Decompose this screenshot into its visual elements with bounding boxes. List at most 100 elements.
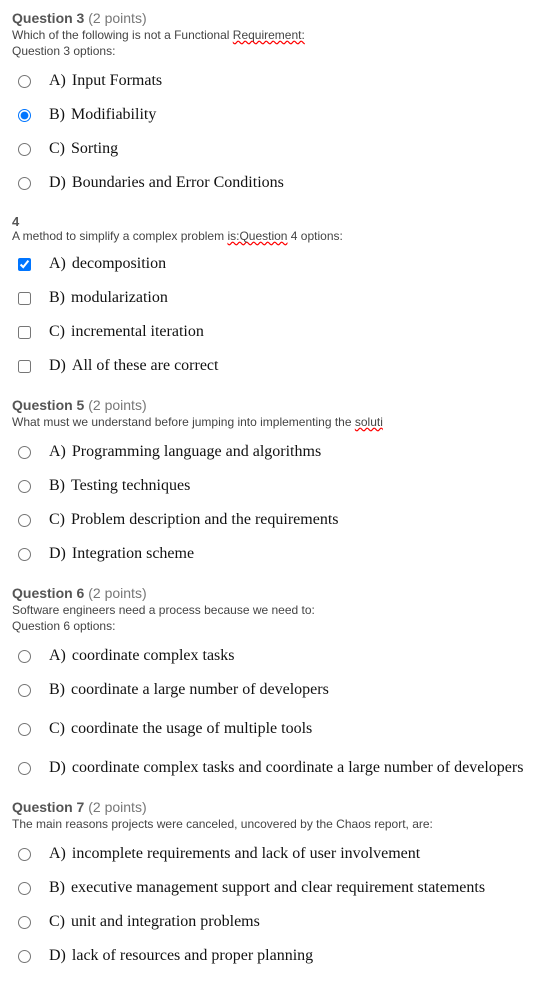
checkbox-input[interactable] [18,360,31,373]
option-letter: C) [49,140,65,158]
option-row: C)Sorting [12,132,543,166]
q5-text-spell: soluti [355,415,383,429]
option-text: incremental iteration [71,323,204,341]
q6-points: (2 points) [88,585,146,601]
option-row: A) decomposition [12,247,543,281]
radio-input[interactable] [18,650,31,663]
q6-title: Question 6 [12,585,84,601]
q6-options-label: Question 6 options: [12,619,543,633]
option-text: incomplete requirements and lack of user… [72,845,420,863]
option-text: Programming language and algorithms [72,443,321,461]
q5-options: A) Programming language and algorithms B) T… [12,435,543,571]
q4-text-before: A method to simplify a complex problem [12,229,227,243]
option-letter: B) [49,879,65,897]
q3-title: Question 3 [12,10,84,26]
option-letter: D) [49,545,66,563]
option-row: B) coordinate a large number of developer… [12,673,543,707]
q5-header: Question 5 (2 points) [12,397,543,413]
option-letter: A) [49,443,66,461]
option-letter: C) [49,913,65,931]
radio-input[interactable] [18,177,31,190]
q3-text-spell: Requirement: [233,28,305,42]
q4-text-spell: is:Question [227,229,287,243]
option-row: B) Testing techniques [12,469,543,503]
option-text: decomposition [72,255,166,273]
radio-input[interactable] [18,480,31,493]
option-row: D) Boundaries and Error Conditions [12,166,543,200]
q5-points: (2 points) [88,397,146,413]
radio-input[interactable] [18,143,31,156]
option-row: A) Input Formats [12,64,543,98]
option-letter: D) [49,759,66,777]
option-text: coordinate the usage of multiple tools [71,720,312,738]
radio-input[interactable] [18,75,31,88]
option-letter: B) [49,477,65,495]
option-letter: D) [49,174,66,192]
option-row: B)Modifiability [12,98,543,132]
option-row: D) lack of resources and proper planning [12,939,543,973]
q3-options-label: Question 3 options: [12,44,543,58]
q5-text-before: What must we understand before jumping i… [12,415,355,429]
q5-title: Question 5 [12,397,84,413]
q6-options: A) coordinate complex tasks B) coordinate a… [12,639,543,785]
option-text: Boundaries and Error Conditions [72,174,284,192]
option-letter: B) [49,681,65,699]
option-text: lack of resources and proper planning [72,947,313,965]
option-row: D) coordinate complex tasks and coordinat… [12,751,543,785]
option-letter: A) [49,647,66,665]
option-row: A)incomplete requirements and lack of us… [12,837,543,871]
option-row: A) coordinate complex tasks [12,639,543,673]
radio-input[interactable] [18,446,31,459]
checkbox-input[interactable] [18,326,31,339]
q3-text-before: Which of the following is not a Function… [12,28,233,42]
q3-options: A)Input FormatsB)ModifiabilityC)SortingD… [12,64,543,200]
option-row: C) coordinate the usage of multiple tools [12,707,543,751]
radio-input[interactable] [18,916,31,929]
option-text: Problem description and the requirements [71,511,338,529]
q7-title: Question 7 [12,799,84,815]
option-text: Testing techniques [71,477,190,495]
option-text: All of these are correct [72,357,219,375]
option-letter: A) [49,255,66,273]
option-text: modularization [71,289,168,307]
radio-input[interactable] [18,109,31,122]
option-text: coordinate complex tasks and coordinate … [72,759,524,777]
q4-num: 4 [12,214,543,229]
option-row: C) incremental iteration [12,315,543,349]
option-letter: C) [49,511,65,529]
checkbox-input[interactable] [18,292,31,305]
radio-input[interactable] [18,514,31,527]
option-text: executive management support and clear r… [71,879,485,897]
checkbox-input[interactable] [18,258,31,271]
option-letter: C) [49,720,65,738]
q7-options: A)incomplete requirements and lack of us… [12,837,543,973]
radio-input[interactable] [18,723,31,736]
radio-input[interactable] [18,882,31,895]
q6-header: Question 6 (2 points) [12,585,543,601]
radio-input[interactable] [18,848,31,861]
option-letter: B) [49,289,65,307]
option-text: Input Formats [72,72,162,90]
q3-header: Question 3 (2 points) [12,10,543,26]
q7-text: The main reasons projects were canceled,… [12,817,543,831]
option-text: unit and integration problems [71,913,260,931]
option-text: coordinate complex tasks [72,647,235,665]
radio-input[interactable] [18,950,31,963]
option-letter: C) [49,323,65,341]
q3-text: Which of the following is not a Function… [12,28,543,42]
radio-input[interactable] [18,684,31,697]
option-row: D)Integration scheme [12,537,543,571]
q5-text: What must we understand before jumping i… [12,415,543,429]
q4-text-after: 4 options: [287,229,342,243]
radio-input[interactable] [18,762,31,775]
option-row: C) unit and integration problems [12,905,543,939]
radio-input[interactable] [18,548,31,561]
q7-points: (2 points) [88,799,146,815]
option-row: B) modularization [12,281,543,315]
option-letter: A) [49,72,66,90]
option-text: coordinate a large number of developers [71,681,329,699]
option-letter: D) [49,947,66,965]
option-letter: D) [49,357,66,375]
option-row: B) executive management support and clear… [12,871,543,905]
option-text: Modifiability [71,106,156,124]
